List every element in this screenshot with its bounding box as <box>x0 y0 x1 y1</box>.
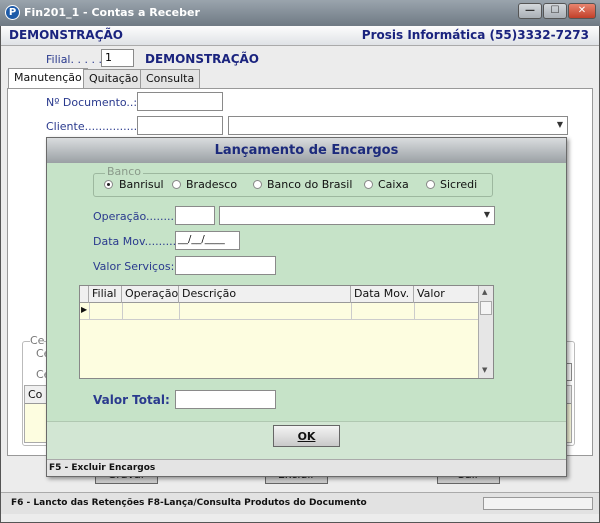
grid-col-valor[interactable]: Valor <box>414 286 478 303</box>
label-bradesco[interactable]: Bradesco <box>186 178 237 191</box>
valor-servicos-input[interactable] <box>175 256 276 275</box>
grid-col-descricao[interactable]: Descrição <box>179 286 351 303</box>
grid-cell-divider <box>351 303 352 320</box>
grid-row-new[interactable]: ▶ <box>80 303 478 320</box>
cliente-label: Cliente.................: <box>46 120 148 133</box>
grid-cell-divider <box>89 303 90 320</box>
grid-col-indicator <box>80 286 89 303</box>
encargos-dialog: Lançamento de Encargos Banco Banrisul Br… <box>46 137 567 477</box>
dialog-footer: F5 - Excluir Encargos <box>47 459 566 476</box>
tab-quitacao[interactable]: Quitação <box>83 69 145 88</box>
header-strip: DEMONSTRAÇÃO Prosis Informática (55)3332… <box>1 26 599 46</box>
label-caixa[interactable]: Caixa <box>378 178 409 191</box>
dialog-footer-text: F5 - Excluir Encargos <box>49 463 156 473</box>
data-mov-value: __/__/____ <box>178 234 225 245</box>
chevron-down-icon: ▼ <box>483 210 490 219</box>
chevron-down-icon: ▼ <box>556 120 563 129</box>
filial-value: 1 <box>105 51 112 64</box>
grid-scrollbar[interactable]: ▲ ▼ <box>478 286 493 378</box>
scroll-down-icon[interactable]: ▼ <box>482 366 487 374</box>
grid-col-data-mov[interactable]: Data Mov. <box>351 286 414 303</box>
radio-sicredi[interactable] <box>426 180 435 189</box>
filial-label: Filial. . . . . : <box>46 53 110 66</box>
grid-cell-divider <box>414 303 415 320</box>
grid-header: Filial Operação Descrição Data Mov. Valo… <box>80 286 478 303</box>
label-banrisul[interactable]: Banrisul <box>119 178 164 191</box>
vendor-info: Prosis Informática (55)3332-7273 <box>361 28 589 42</box>
operacao-code-input[interactable] <box>175 206 215 225</box>
maximize-button[interactable]: ☐ <box>543 3 567 19</box>
valor-total-input[interactable] <box>175 390 276 409</box>
valor-servicos-label: Valor Serviços: <box>93 260 175 273</box>
data-mov-input[interactable]: __/__/____ <box>175 231 240 250</box>
operacao-select[interactable]: ▼ <box>219 206 495 225</box>
background-grid-col: Co <box>28 388 43 401</box>
encargos-grid[interactable]: Filial Operação Descrição Data Mov. Valo… <box>79 285 494 379</box>
grid-col-filial[interactable]: Filial <box>89 286 122 303</box>
minimize-button[interactable]: — <box>518 3 542 19</box>
company-name: DEMONSTRAÇÃO <box>9 28 123 42</box>
label-sicredi[interactable]: Sicredi <box>440 178 477 191</box>
tab-manutencao[interactable]: Manutenção <box>8 68 88 89</box>
cliente-name-select[interactable]: ▼ <box>228 116 568 135</box>
grid-cell-divider <box>122 303 123 320</box>
cliente-code-input[interactable] <box>137 116 223 135</box>
scroll-thumb[interactable] <box>480 301 492 315</box>
status-bar: F6 - Lancto das Retenções F8-Lança/Consu… <box>1 492 599 514</box>
label-banco-do-brasil[interactable]: Banco do Brasil <box>267 178 352 191</box>
background-group-label: Ce <box>30 334 45 347</box>
window-title: Fin201_1 - Contas a Receber <box>24 6 200 19</box>
documento-label: Nº Documento..: <box>46 96 138 109</box>
banco-legend: Banco <box>105 165 144 178</box>
dialog-title: Lançamento de Encargos <box>47 138 566 163</box>
filial-name: DEMONSTRAÇÃO <box>145 52 259 66</box>
title-bar[interactable]: P Fin201_1 - Contas a Receber — ☐ ✕ <box>0 0 600 26</box>
row-pointer-icon: ▶ <box>81 305 88 314</box>
radio-banco-do-brasil[interactable] <box>253 180 262 189</box>
app-icon: P <box>5 5 20 20</box>
operacao-label: Operação.........: <box>93 210 182 223</box>
ok-button[interactable]: OK <box>273 425 340 447</box>
tab-consulta[interactable]: Consulta <box>140 69 201 88</box>
status-text: F6 - Lancto das Retenções F8-Lança/Consu… <box>11 498 367 508</box>
radio-banrisul[interactable] <box>104 180 113 189</box>
filial-input[interactable]: 1 <box>101 49 134 67</box>
scroll-up-icon[interactable]: ▲ <box>482 288 487 296</box>
close-button[interactable]: ✕ <box>568 3 596 19</box>
radio-bradesco[interactable] <box>172 180 181 189</box>
ok-button-label: OK <box>297 430 316 443</box>
grid-cell-divider <box>179 303 180 320</box>
grid-col-operacao[interactable]: Operação <box>122 286 179 303</box>
status-progress-box <box>483 497 593 510</box>
valor-total-label: Valor Total: <box>93 393 170 407</box>
documento-input[interactable] <box>137 92 223 111</box>
radio-caixa[interactable] <box>364 180 373 189</box>
data-mov-label: Data Mov..........: <box>93 235 184 248</box>
